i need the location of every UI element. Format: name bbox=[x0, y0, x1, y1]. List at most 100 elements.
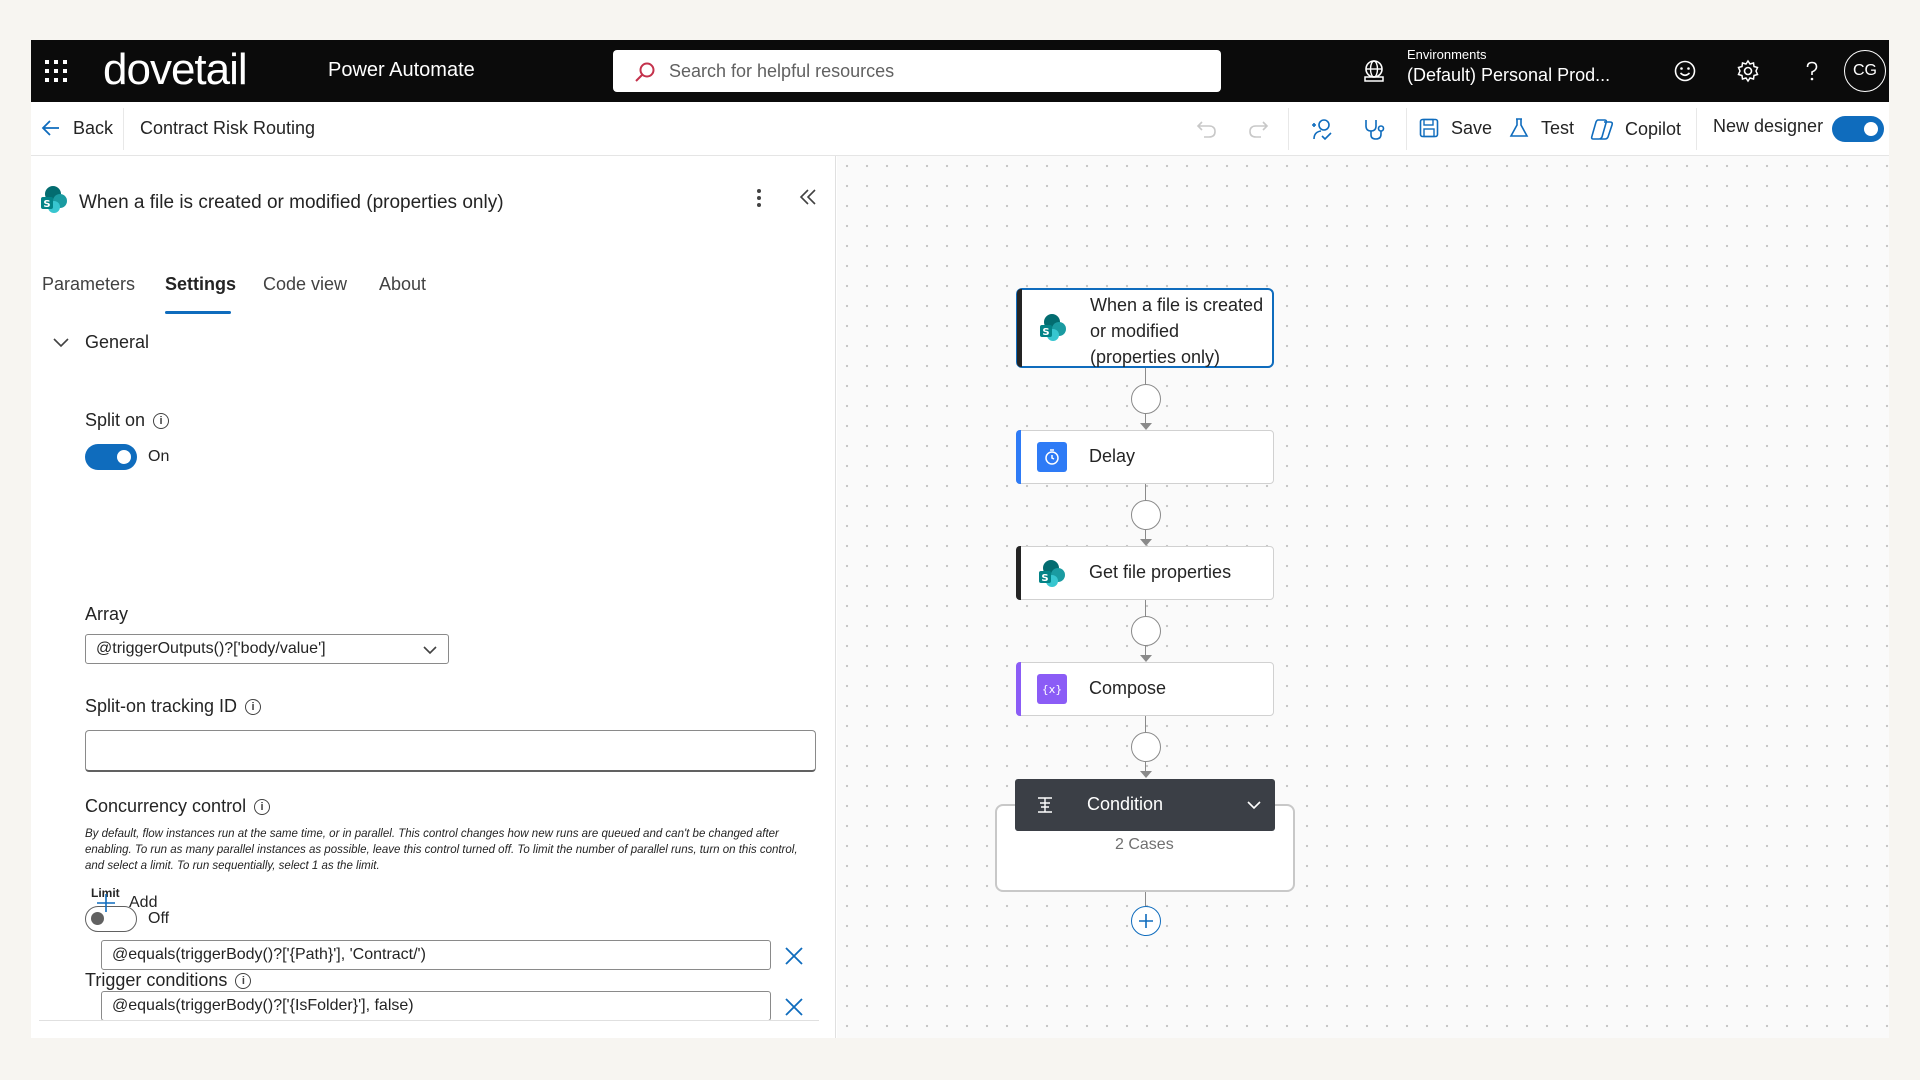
smiley-feedback-icon[interactable] bbox=[1672, 58, 1698, 84]
array-value: @triggerOutputs()?['body/value'] bbox=[96, 640, 326, 657]
insert-step-button[interactable] bbox=[1131, 732, 1161, 762]
add-condition-button[interactable]: Add bbox=[95, 892, 157, 914]
flow-checker-icon[interactable] bbox=[1309, 116, 1335, 147]
sharepoint-icon: S bbox=[1037, 558, 1067, 588]
compose-icon: {x} bbox=[1037, 674, 1067, 704]
flow-name: Contract Risk Routing bbox=[140, 118, 316, 138]
node-accent-bar bbox=[1016, 546, 1021, 600]
environment-icon[interactable] bbox=[1361, 58, 1387, 89]
delay-node[interactable]: Delay bbox=[1016, 430, 1274, 484]
add-label: Add bbox=[129, 894, 158, 911]
gear-icon[interactable] bbox=[1735, 58, 1761, 84]
search-placeholder: Search for helpful resources bbox=[669, 60, 895, 81]
condition-icon bbox=[1038, 797, 1052, 813]
concurrency-label: Concurrency control i bbox=[85, 796, 271, 817]
get-file-properties-node[interactable]: S Get file properties bbox=[1016, 546, 1274, 600]
tab-about[interactable]: About bbox=[379, 274, 426, 295]
divider bbox=[1406, 108, 1407, 150]
split-on-toggle[interactable] bbox=[85, 444, 137, 470]
app-launcher-icon[interactable] bbox=[41, 56, 71, 86]
copilot-label: Copilot bbox=[1625, 118, 1682, 139]
delete-condition-icon[interactable] bbox=[783, 945, 805, 972]
tab-code-view[interactable]: Code view bbox=[263, 274, 347, 295]
section-general-header[interactable]: General bbox=[51, 332, 149, 353]
app-window: dovetail Power Automate Search for helpf… bbox=[31, 40, 1889, 1038]
trigger-conditions-label: Trigger conditions i bbox=[85, 970, 252, 991]
save-icon bbox=[1419, 118, 1439, 138]
concurrency-description: By default, flow instances run at the sa… bbox=[85, 828, 798, 872]
add-step-button[interactable] bbox=[1131, 906, 1161, 936]
undo-icon[interactable] bbox=[1194, 116, 1220, 147]
svg-text:{x}: {x} bbox=[1043, 683, 1061, 696]
condition-node[interactable]: Condition bbox=[1015, 779, 1275, 831]
top-bar: dovetail Power Automate Search for helpf… bbox=[31, 40, 1889, 102]
info-icon[interactable]: i bbox=[245, 698, 262, 715]
node-accent-bar bbox=[1016, 662, 1021, 716]
delay-node-label: Delay bbox=[1089, 446, 1136, 466]
copilot-button[interactable]: Copilot bbox=[1589, 116, 1681, 142]
avatar[interactable]: CG bbox=[1844, 50, 1886, 92]
section-general-label: General bbox=[85, 332, 150, 352]
save-button[interactable]: Save bbox=[1417, 116, 1492, 140]
new-designer-label: New designer bbox=[1713, 116, 1824, 136]
environment-label: Environments bbox=[1407, 47, 1487, 62]
tab-settings[interactable]: Settings bbox=[165, 274, 236, 295]
product-name[interactable]: Power Automate bbox=[328, 59, 475, 82]
info-icon[interactable]: i bbox=[153, 412, 170, 429]
collapse-panel-icon[interactable] bbox=[797, 186, 819, 213]
info-icon[interactable]: i bbox=[254, 798, 271, 815]
back-button[interactable]: Back bbox=[39, 116, 113, 140]
plus-icon bbox=[97, 894, 115, 912]
sharepoint-icon: S bbox=[39, 184, 69, 219]
sharepoint-icon: S bbox=[1038, 312, 1068, 342]
divider bbox=[1696, 108, 1697, 150]
tracking-id-label: Split-on tracking ID i bbox=[85, 696, 262, 717]
trigger-condition-input[interactable]: @equals(triggerBody()?['{IsFolder}'], fa… bbox=[101, 991, 771, 1021]
designer-canvas[interactable] bbox=[837, 156, 1889, 1038]
redo-icon[interactable] bbox=[1245, 116, 1271, 147]
trigger-condition-input[interactable]: @equals(triggerBody()?['{Path}'], 'Contr… bbox=[101, 940, 771, 970]
divider bbox=[123, 108, 124, 150]
environment-picker[interactable]: Environments (Default) Personal Prod... bbox=[1407, 47, 1610, 86]
delete-condition-icon[interactable] bbox=[783, 996, 805, 1023]
test-button[interactable]: Test bbox=[1507, 116, 1574, 140]
array-label: Array bbox=[85, 604, 129, 624]
toggle-knob bbox=[117, 450, 131, 464]
chevron-down-icon bbox=[423, 646, 437, 655]
tracking-id-input[interactable] bbox=[85, 730, 816, 772]
connector-arrow bbox=[1140, 539, 1152, 546]
test-label: Test bbox=[1541, 117, 1575, 138]
connector-arrow bbox=[1140, 655, 1152, 662]
compose-node[interactable]: {x} Compose bbox=[1016, 662, 1274, 716]
compose-node-label: Compose bbox=[1089, 678, 1167, 698]
chevron-down-icon bbox=[53, 337, 69, 347]
new-designer-toggle[interactable] bbox=[1832, 116, 1884, 142]
active-tab-indicator bbox=[165, 311, 231, 314]
plus-icon bbox=[1139, 914, 1153, 928]
insert-step-button[interactable] bbox=[1131, 384, 1161, 414]
search-box[interactable]: Search for helpful resources bbox=[613, 50, 1221, 92]
stethoscope-icon[interactable] bbox=[1361, 116, 1387, 147]
environment-value: (Default) Personal Prod... bbox=[1407, 65, 1611, 85]
dovetail-logo[interactable]: dovetail bbox=[103, 48, 248, 92]
trigger-node[interactable]: S When a file is created or modified (pr… bbox=[1016, 288, 1274, 368]
svg-text:S: S bbox=[43, 199, 50, 210]
toggle-knob bbox=[1864, 122, 1878, 136]
chevron-down-icon[interactable] bbox=[1247, 799, 1261, 811]
timer-icon bbox=[1037, 442, 1067, 472]
insert-step-button[interactable] bbox=[1131, 500, 1161, 530]
info-icon[interactable]: i bbox=[235, 972, 252, 989]
condition-node-label: Condition bbox=[1087, 794, 1164, 814]
more-options-icon[interactable] bbox=[751, 186, 767, 215]
back-label: Back bbox=[73, 117, 114, 138]
insert-step-button[interactable] bbox=[1131, 616, 1161, 646]
copilot-icon bbox=[1590, 119, 1614, 140]
divider bbox=[1288, 108, 1289, 150]
array-dropdown[interactable]: @triggerOutputs()?['body/value'] bbox=[85, 634, 449, 664]
tab-parameters[interactable]: Parameters bbox=[42, 274, 135, 295]
connector-arrow bbox=[1140, 423, 1152, 430]
connector-line bbox=[1145, 892, 1146, 906]
help-icon[interactable] bbox=[1799, 58, 1825, 84]
panel-title: When a file is created or modified (prop… bbox=[79, 192, 504, 213]
node-accent-bar bbox=[1017, 289, 1022, 367]
